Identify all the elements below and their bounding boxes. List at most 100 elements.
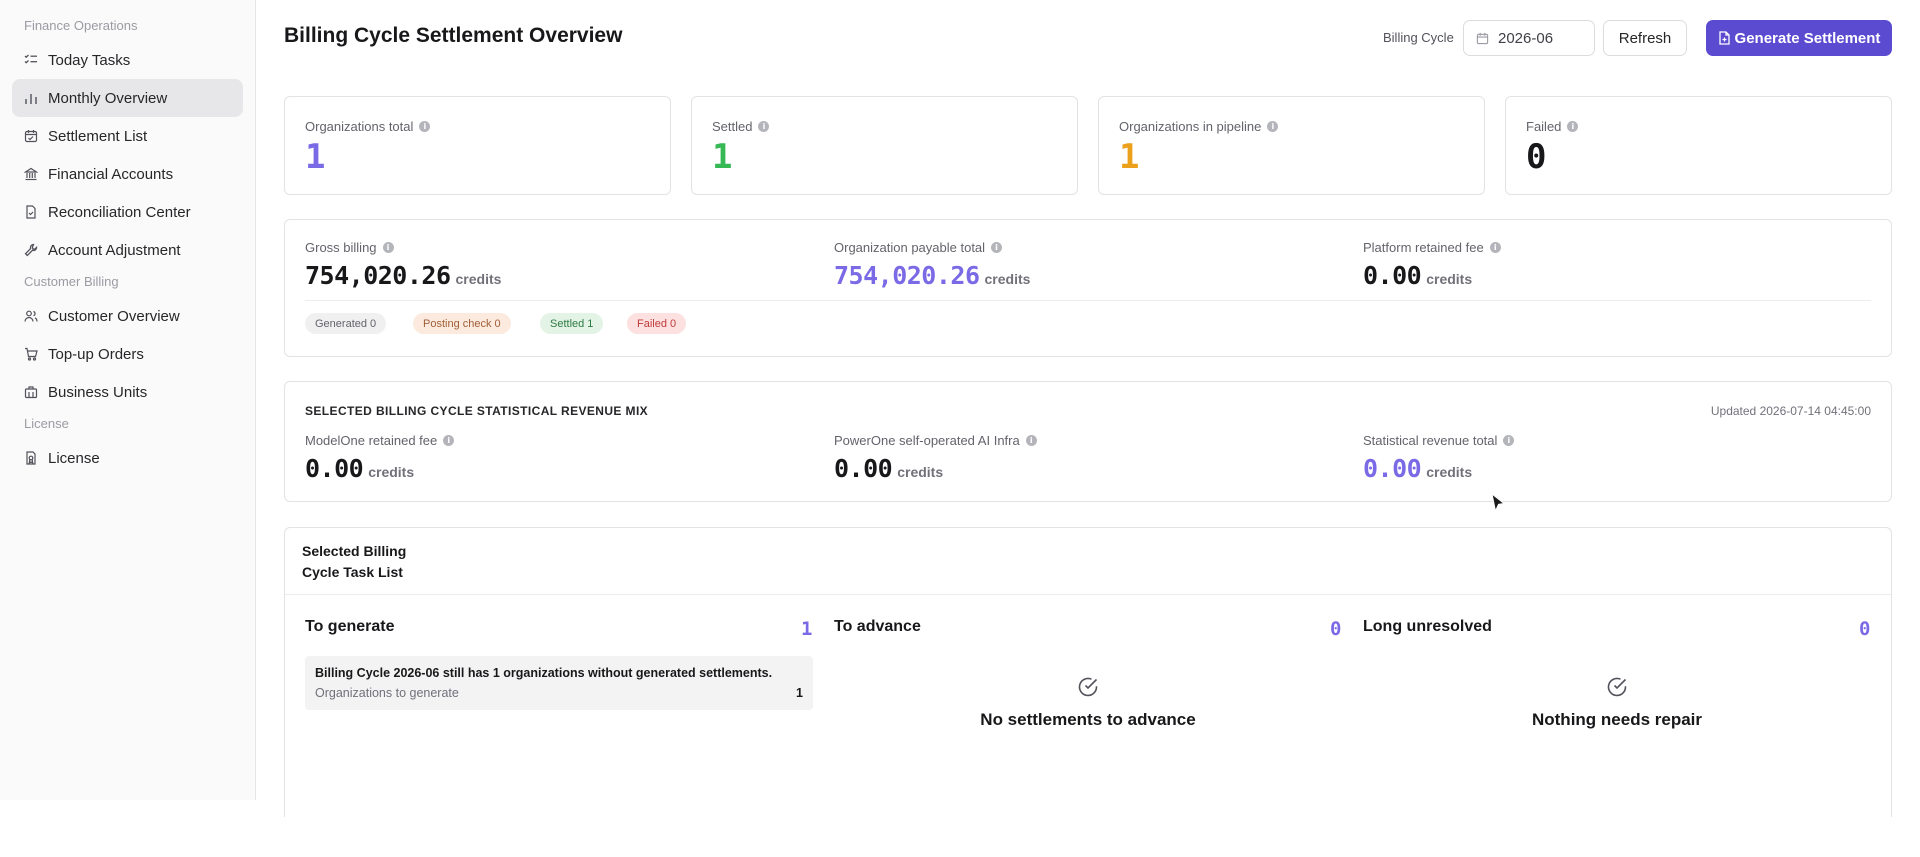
divider xyxy=(305,300,1871,301)
powerone-infra-label: PowerOne self-operated AI Infra xyxy=(834,433,1020,448)
app-root: Finance Operations Today Tasks Monthly O… xyxy=(0,0,1920,857)
task-row[interactable]: Billing Cycle 2026-06 still has 1 organi… xyxy=(305,656,813,710)
sidebar-item-financial-accounts[interactable]: Financial Accounts xyxy=(12,155,243,193)
gross-billing-value: 754,020.26 xyxy=(305,261,451,290)
stat-label-text: Organizations total xyxy=(305,119,414,134)
calendar-check-icon xyxy=(24,129,38,143)
unit-label: credits xyxy=(368,464,415,480)
to-advance-count: 0 xyxy=(1330,618,1342,640)
sidebar: Finance Operations Today Tasks Monthly O… xyxy=(0,0,256,800)
info-icon[interactable]: i xyxy=(1489,242,1501,253)
status-chip-settled[interactable]: Settled 1 xyxy=(540,313,604,334)
stat-label-text: Organizations in pipeline xyxy=(1119,119,1262,134)
sidebar-group-finance-operations: Finance Operations xyxy=(24,18,138,33)
to-generate-heading: To generate xyxy=(305,618,395,635)
building-icon xyxy=(24,385,38,399)
info-icon[interactable]: i xyxy=(1025,435,1037,446)
sidebar-item-monthly-overview[interactable]: Monthly Overview xyxy=(12,79,243,117)
task-row-count: 1 xyxy=(796,686,803,700)
divider xyxy=(285,594,1891,595)
sidebar-item-label: Financial Accounts xyxy=(48,165,174,183)
revenue-mix-card: SELECTED BILLING CYCLE STATISTICAL REVEN… xyxy=(284,381,1892,502)
sidebar-item-label: Today Tasks xyxy=(48,51,131,69)
updated-timestamp: Updated 2026-07-14 04:45:00 xyxy=(1710,404,1871,418)
stat-label: Organizations in pipeline i xyxy=(1119,119,1279,134)
generate-settlement-label: Generate Settlement xyxy=(1734,29,1881,47)
sidebar-item-label: Monthly Overview xyxy=(48,89,168,107)
unit-label: credits xyxy=(1426,271,1473,287)
check-circle-icon xyxy=(1606,676,1628,698)
info-icon[interactable]: i xyxy=(1267,121,1279,132)
stat-card-organizations-total: Organizations total i 1 xyxy=(284,96,671,195)
stat-label: Settled i xyxy=(712,119,770,134)
stat-label-text: Settled xyxy=(712,119,753,134)
sidebar-item-label: Reconciliation Center xyxy=(48,203,191,221)
sidebar-item-today-tasks[interactable]: Today Tasks xyxy=(12,41,243,79)
calendar-icon xyxy=(1476,32,1489,45)
gross-billing-label: Gross billing xyxy=(305,240,377,255)
empty-message: No settlements to advance xyxy=(980,710,1196,729)
status-chip-generated[interactable]: Generated 0 xyxy=(305,313,387,334)
billing-totals-card: Gross billing i 754,020.26 credits Organiz… xyxy=(284,219,1892,357)
task-list-card: Selected Billing Cycle Task List To gene… xyxy=(284,527,1892,817)
modelone-retained-metric: ModelOne retained fee i 0.00 credits xyxy=(305,433,455,483)
info-icon[interactable]: i xyxy=(991,242,1003,253)
sidebar-item-account-adjustment[interactable]: Account Adjustment xyxy=(12,231,243,269)
stat-label: Organizations total i xyxy=(305,119,431,134)
stat-label-text: Failed xyxy=(1526,119,1562,134)
to-advance-heading: To advance xyxy=(834,618,921,635)
powerone-infra-value: 0.00 xyxy=(834,454,893,483)
status-chip-posting-check[interactable]: Posting check 0 xyxy=(413,313,511,334)
sidebar-item-business-units[interactable]: Business Units xyxy=(12,373,243,411)
empty-message: Nothing needs repair xyxy=(1531,710,1703,729)
billing-cycle-label: Billing Cycle xyxy=(1383,30,1454,45)
info-icon[interactable]: i xyxy=(382,242,394,253)
billing-cycle-picker[interactable]: 2026-06 xyxy=(1463,20,1595,56)
unit-label: credits xyxy=(1426,464,1473,480)
gross-billing-metric: Gross billing i 754,020.26 credits xyxy=(305,240,501,290)
cart-icon xyxy=(24,347,38,361)
stat-value: 1 xyxy=(712,137,733,177)
modelone-retained-label: ModelOne retained fee xyxy=(305,433,438,448)
sidebar-item-reconciliation-center[interactable]: Reconciliation Center xyxy=(12,193,243,231)
sidebar-item-label: Account Adjustment xyxy=(48,241,181,259)
users-icon xyxy=(24,309,38,323)
info-icon[interactable]: i xyxy=(419,121,431,132)
refresh-button[interactable]: Refresh xyxy=(1603,20,1687,56)
stat-card-failed: Failed i 0 xyxy=(1505,96,1892,195)
license-icon xyxy=(24,451,38,465)
task-row-text: Billing Cycle 2026-06 still has 1 organi… xyxy=(315,666,773,680)
sidebar-item-top-up-orders[interactable]: Top-up Orders xyxy=(12,335,243,373)
organization-payable-label: Organization payable total xyxy=(834,240,986,255)
task-list-icon xyxy=(24,53,38,67)
organization-payable-value: 754,020.26 xyxy=(834,261,980,290)
platform-retained-metric: Platform retained fee i 0.00 credits xyxy=(1363,240,1501,290)
sidebar-item-label: Customer Overview xyxy=(48,307,180,325)
status-chip-failed[interactable]: Failed 0 xyxy=(627,313,687,334)
revenue-mix-title: SELECTED BILLING CYCLE STATISTICAL REVEN… xyxy=(305,404,649,418)
sidebar-item-label: Top-up Orders xyxy=(48,345,144,363)
stat-value: 0 xyxy=(1526,137,1547,177)
info-icon[interactable]: i xyxy=(1503,435,1515,446)
long-unresolved-empty-state: Nothing needs repair xyxy=(1363,676,1871,730)
bar-chart-icon xyxy=(24,91,38,105)
generate-settlement-button[interactable]: Generate Settlement xyxy=(1706,20,1892,56)
sidebar-item-settlement-list[interactable]: Settlement List xyxy=(12,117,243,155)
sidebar-item-license[interactable]: License xyxy=(12,439,243,477)
info-icon[interactable]: i xyxy=(1567,121,1579,132)
long-unresolved-count: 0 xyxy=(1859,618,1871,640)
stat-label: Failed i xyxy=(1526,119,1579,134)
stat-value: 1 xyxy=(305,137,326,177)
platform-retained-label: Platform retained fee xyxy=(1363,240,1484,255)
page-title: Billing Cycle Settlement Overview xyxy=(284,24,623,47)
task-list-title: Selected Billing Cycle Task List xyxy=(302,543,407,580)
info-icon[interactable]: i xyxy=(443,435,455,446)
statistical-revenue-value: 0.00 xyxy=(1363,454,1422,483)
check-circle-icon xyxy=(1077,676,1099,698)
stat-value: 1 xyxy=(1119,137,1140,177)
sidebar-item-label: Settlement List xyxy=(48,127,148,145)
billing-cycle-value: 2026-06 xyxy=(1498,29,1554,47)
sidebar-item-customer-overview[interactable]: Customer Overview xyxy=(12,297,243,335)
task-row-subtext: Organizations to generate xyxy=(315,686,459,700)
info-icon[interactable]: i xyxy=(758,121,770,132)
